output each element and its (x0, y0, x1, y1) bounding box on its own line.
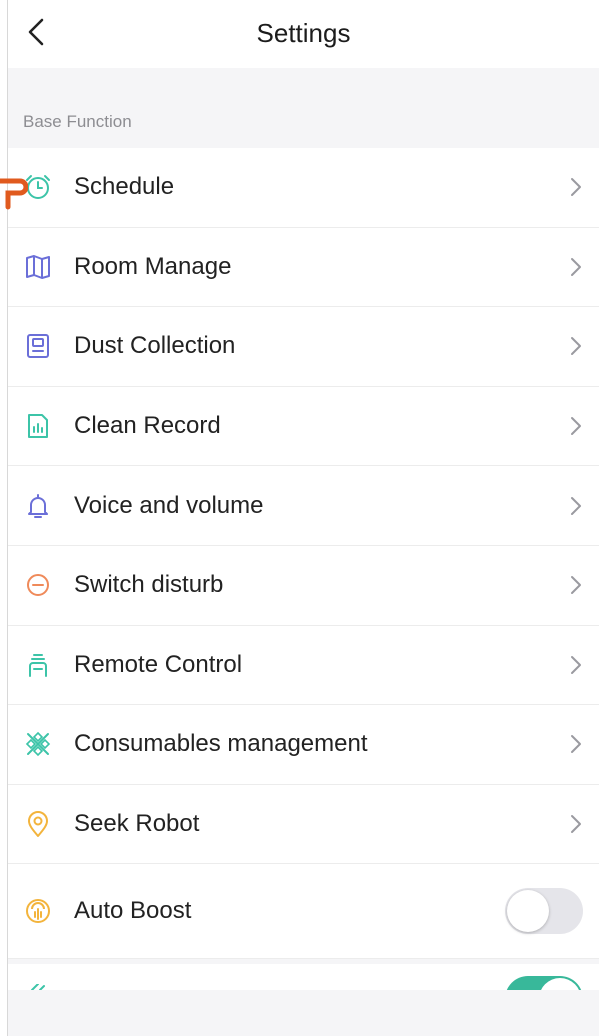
chevron-right-icon (569, 813, 583, 835)
toggle-knob (507, 890, 549, 933)
settings-item-label: Switch disturb (74, 571, 224, 599)
section-header: Base Function (23, 112, 132, 131)
settings-item-clean-record[interactable]: Clean Record (8, 387, 599, 467)
chevron-right-icon (569, 335, 583, 357)
settings-item-schedule[interactable]: Schedule (8, 148, 599, 228)
settings-item-seek-robot[interactable]: Seek Robot (8, 785, 599, 865)
settings-item-remote-control[interactable]: Remote Control (8, 626, 599, 706)
settings-item-label: Seek Robot (74, 810, 200, 838)
settings-item-label: Clean Record (74, 412, 221, 440)
dust-bin-icon (23, 331, 53, 361)
bell-icon (23, 491, 53, 521)
minus-circle-icon (23, 570, 53, 600)
settings-item-switch-disturb[interactable]: Switch disturb (8, 546, 599, 626)
chevron-right-icon (569, 574, 583, 596)
settings-item-label: Room Manage (74, 252, 232, 280)
remote-icon (23, 650, 53, 680)
settings-item-label: Auto Boost (74, 897, 192, 925)
chevron-right-icon (569, 176, 583, 198)
chevron-right-icon (569, 256, 583, 278)
settings-item-consumables[interactable]: Consumables management (8, 705, 599, 785)
chevron-right-icon (569, 495, 583, 517)
page-title: Settings (256, 18, 351, 48)
chevron-right-icon (569, 654, 583, 676)
report-icon (23, 411, 53, 441)
chevron-right-icon (569, 415, 583, 437)
settings-item-label: Voice and volume (74, 491, 264, 519)
callout-marker-icon (0, 178, 28, 210)
settings-list: Schedule Room Manage Dust Collection Cle… (8, 148, 599, 960)
chevron-right-icon (569, 733, 583, 755)
partial-toggle[interactable] (505, 976, 583, 990)
settings-item-room-manage[interactable]: Room Manage (8, 228, 599, 308)
toggle-knob (539, 978, 581, 990)
bottom-area (8, 990, 599, 1036)
settings-item-auto-boost: Auto Boost (8, 864, 599, 960)
settings-item-partial[interactable] (8, 964, 599, 990)
top-bar: Settings (8, 0, 599, 68)
auto-boost-toggle[interactable] (505, 888, 583, 935)
location-pin-icon (23, 809, 53, 839)
settings-item-label: Consumables management (74, 730, 368, 758)
settings-item-dust-collection[interactable]: Dust Collection (8, 307, 599, 387)
settings-item-label: Dust Collection (74, 332, 236, 360)
map-icon (23, 252, 53, 282)
settings-item-voice-volume[interactable]: Voice and volume (8, 466, 599, 546)
settings-item-label: Schedule (74, 173, 175, 201)
left-frame-edge (0, 0, 8, 1036)
settings-item-label: Remote Control (74, 650, 243, 678)
fan-icon (23, 896, 53, 926)
consumables-icon (23, 729, 53, 759)
